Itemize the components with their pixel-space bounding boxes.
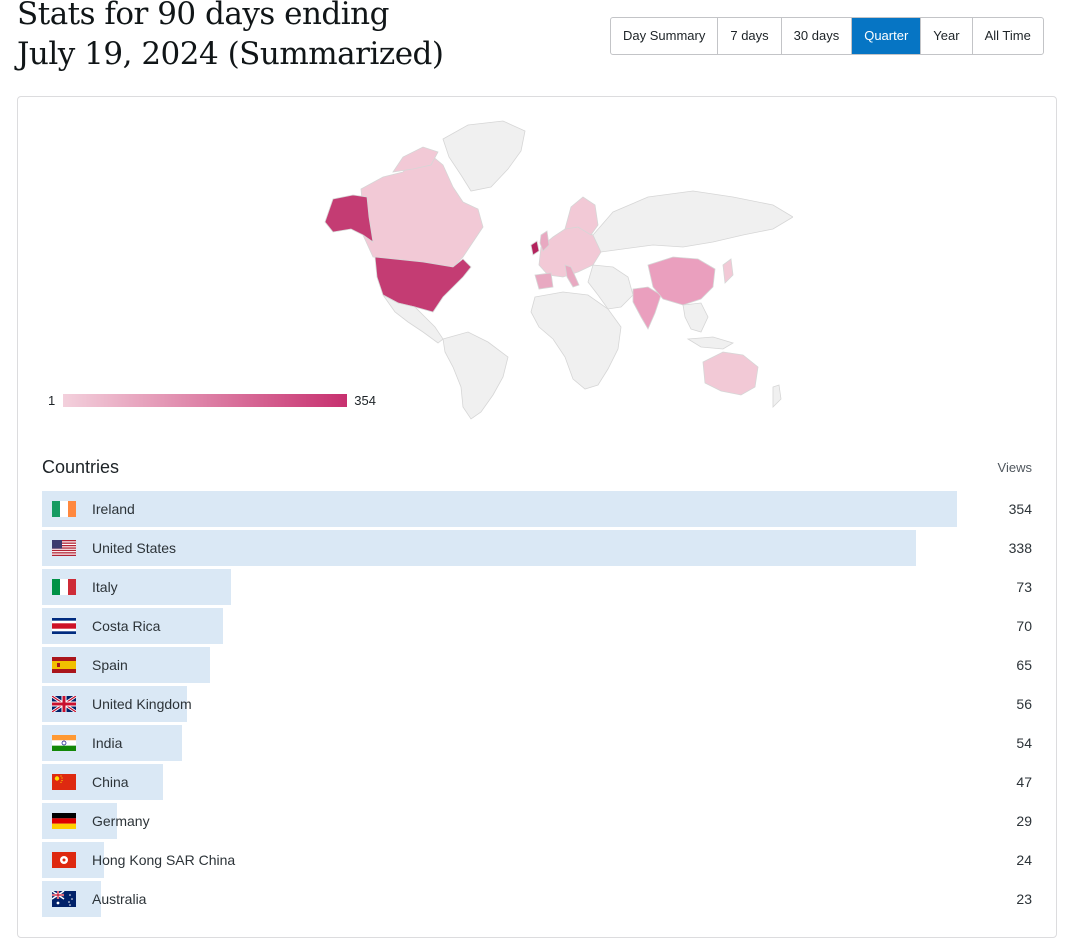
views-header: Views: [997, 460, 1032, 475]
map-se-asia: [682, 302, 709, 333]
tab-quarter[interactable]: Quarter: [852, 18, 922, 54]
map-australia: [702, 351, 759, 396]
map-indonesia: [686, 336, 734, 350]
country-row[interactable]: Hong Kong SAR China 24: [42, 842, 1032, 878]
map-south-america: [442, 331, 509, 420]
country-row[interactable]: India 54: [42, 725, 1032, 761]
country-row[interactable]: Australia 23: [42, 881, 1032, 917]
country-views: 65: [1016, 657, 1032, 673]
country-name: Australia: [92, 891, 147, 907]
period-selector: Day Summary 7 days 30 days Quarter Year …: [610, 17, 1044, 55]
country-views: 56: [1016, 696, 1032, 712]
page-title-line2: July 19, 2024 (Summarized): [17, 36, 444, 72]
country-views: 338: [1008, 540, 1032, 556]
country-views: 70: [1016, 618, 1032, 634]
country-name: Ireland: [92, 501, 135, 517]
countries-title: Countries: [42, 457, 120, 477]
country-name: Germany: [92, 813, 150, 829]
tab-30-days[interactable]: 30 days: [782, 18, 853, 54]
country-views: 24: [1016, 852, 1032, 868]
country-row[interactable]: Spain 65: [42, 647, 1032, 683]
map-japan: [722, 258, 734, 284]
country-row[interactable]: China 47: [42, 764, 1032, 800]
costa-rica-flag-icon: [52, 618, 76, 634]
map-alaska: [324, 194, 374, 243]
map-greenland: [442, 120, 526, 192]
country-row[interactable]: United Kingdom 56: [42, 686, 1032, 722]
world-map: [324, 120, 793, 420]
map-india: [632, 286, 662, 330]
page-title: Stats for 90 days ending July 19, 2024 (…: [17, 0, 444, 74]
page-title-line1: Stats for 90 days ending: [17, 0, 390, 32]
italy-flag-icon: [52, 579, 76, 595]
country-views: 73: [1016, 579, 1032, 595]
legend-max: 354: [354, 393, 376, 408]
country-views: 47: [1016, 774, 1032, 790]
india-flag-icon: [52, 735, 76, 751]
countries-list: Ireland 354 United States 338 Italy 73 Costa R…: [42, 491, 1032, 920]
country-name: Italy: [92, 579, 118, 595]
country-name: Costa Rica: [92, 618, 161, 634]
country-views: 54: [1016, 735, 1032, 751]
tab-day-summary[interactable]: Day Summary: [611, 18, 719, 54]
country-views-bar: [42, 491, 957, 527]
country-views: 29: [1016, 813, 1032, 829]
country-name: India: [92, 735, 123, 751]
germany-flag-icon: [52, 813, 76, 829]
country-row[interactable]: United States 338: [42, 530, 1032, 566]
australia-flag-icon: [52, 891, 76, 907]
country-row[interactable]: Italy 73: [42, 569, 1032, 605]
tab-7-days[interactable]: 7 days: [718, 18, 782, 54]
united-states-flag-icon: [52, 540, 76, 556]
map-new-zealand: [772, 384, 782, 408]
stats-card: 1 354 Countries Views Ireland 354 United S…: [17, 96, 1057, 938]
map-russia: [592, 190, 793, 253]
country-views: 354: [1008, 501, 1032, 517]
country-name: Spain: [92, 657, 128, 673]
country-name: United States: [92, 540, 177, 556]
legend-gradient: [63, 394, 348, 407]
country-row[interactable]: Germany 29: [42, 803, 1032, 839]
tab-year[interactable]: Year: [921, 18, 973, 54]
united-kingdom-flag-icon: [52, 696, 76, 712]
spain-flag-icon: [52, 657, 76, 673]
china-flag-icon: [52, 774, 76, 790]
ireland-flag-icon: [52, 501, 76, 517]
legend-min: 1: [48, 393, 56, 408]
country-name: Hong Kong SAR China: [92, 852, 236, 868]
hong-kong-flag-icon: [52, 852, 76, 868]
country-views: 23: [1016, 891, 1032, 907]
tab-all-time[interactable]: All Time: [973, 18, 1043, 54]
map-spain: [534, 272, 554, 290]
country-row[interactable]: Costa Rica 70: [42, 608, 1032, 644]
map-ireland: [530, 240, 540, 256]
country-name: United Kingdom: [92, 696, 192, 712]
country-name: China: [92, 774, 129, 790]
map-legend: 1 354: [48, 393, 376, 408]
country-row[interactable]: Ireland 354: [42, 491, 1032, 527]
